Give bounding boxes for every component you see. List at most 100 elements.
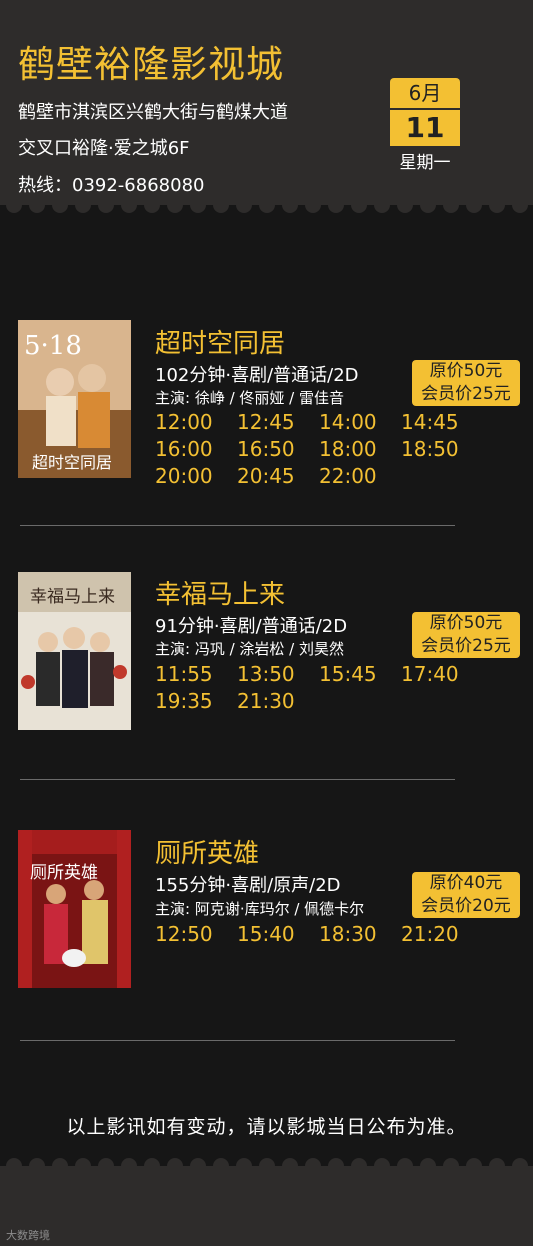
showtime[interactable]: 14:00 [319,410,377,434]
divider-3 [20,1040,455,1041]
perforation-dot [98,205,114,213]
schedule-notice: 以上影讯如有变动，请以影城当日公布为准。 [66,1116,467,1138]
movie-info-3: 155分钟·喜剧/原声/2D [155,875,341,896]
showtime[interactable]: 20:45 [237,464,295,488]
perforation-dot [6,205,22,213]
showtime[interactable]: 16:50 [237,437,295,461]
watermark: 大数跨境 [6,1229,50,1242]
showtime[interactable]: 21:20 [401,922,459,946]
showtime[interactable]: 13:50 [237,662,295,686]
poster-title-1: 超时空同居 [32,453,112,472]
perforation-dot [374,1158,390,1166]
perforation-dot [489,205,505,213]
perforation-dot [144,1158,160,1166]
perforation-dot [443,1158,459,1166]
price-original-3: 原价40元 [429,873,503,893]
cinema-address-line1: 鹤壁市淇滨区兴鹤大街与鹤煤大道 [18,102,288,123]
perforation-dot [305,1158,321,1166]
perforation-dot [213,205,229,213]
movie-cast-3: 主演: 阿克谢·库玛尔 / 佩德卡尔 [155,900,365,918]
perforation-dot [75,205,91,213]
showtime[interactable]: 18:00 [319,437,377,461]
cinema-address-line2: 交叉口裕隆·爱之城6F [18,138,190,159]
price-member-3: 会员价20元 [421,896,511,916]
date-badge: 6月 11 星期一 [390,78,460,173]
price-member-2: 会员价25元 [421,636,511,656]
showtime[interactable]: 12:00 [155,410,213,434]
perforation-dot [397,205,413,213]
perforation-dot [512,205,528,213]
schedule-ticket: 鹤壁裕隆影视城 鹤壁市淇滨区兴鹤大街与鹤煤大道 交叉口裕隆·爱之城6F 热线：0… [0,0,533,1246]
perforation-dot [259,205,275,213]
perforation-dot [420,1158,436,1166]
date-weekday: 星期一 [399,153,451,173]
divider-2 [20,779,455,780]
perforation-dot [236,205,252,213]
divider-1 [20,525,455,526]
perforation-dot [52,205,68,213]
cinema-hotline: 热线：0392-6868080 [18,175,205,196]
price-badge-2: 原价50元 会员价25元 [412,612,520,658]
perforation-dot [213,1158,229,1166]
movie-title-1[interactable]: 超时空同居 [155,323,285,360]
perforation-dot [351,205,367,213]
perforation-dot [282,1158,298,1166]
perforation-dot [167,205,183,213]
showtime[interactable]: 12:45 [237,410,295,434]
perforation-dot [259,1158,275,1166]
perforation-dot [397,1158,413,1166]
cinema-name: 鹤壁裕隆影视城 [18,43,284,86]
perforation-dot [190,1158,206,1166]
movie-cast-1: 主演: 徐峥 / 佟丽娅 / 雷佳音 [155,389,345,407]
perforation-dot [328,205,344,213]
movie-info-1: 102分钟·喜剧/普通话/2D [155,365,359,386]
perforation-dot [75,1158,91,1166]
perforation-dot [167,1158,183,1166]
poster-title-2: 幸福马上来 [30,587,115,607]
perforation-dot [351,1158,367,1166]
perforation-dot [466,1158,482,1166]
perforation-dot [420,205,436,213]
perforation-dot [29,1158,45,1166]
perforation-dot [98,1158,114,1166]
showtime[interactable]: 18:50 [401,437,459,461]
showtime[interactable]: 21:30 [237,689,295,713]
perforation-dot [443,205,459,213]
movie-title-3[interactable]: 厕所英雄 [155,833,259,870]
showtime[interactable]: 12:50 [155,922,213,946]
showtime[interactable]: 16:00 [155,437,213,461]
movie-poster-2[interactable]: 幸福马上来 [18,572,131,730]
movie-info-2: 91分钟·喜剧/普通话/2D [155,616,348,637]
perforation-dot [52,1158,68,1166]
price-original-1: 原价50元 [429,361,503,381]
perforation-dot [512,1158,528,1166]
price-member-1: 会员价25元 [421,384,511,404]
price-original-2: 原价50元 [429,613,503,633]
perforation-dot [6,1158,22,1166]
showtime[interactable]: 15:40 [237,922,295,946]
date-day: 11 [390,110,460,146]
perforation-dot [328,1158,344,1166]
showtime[interactable]: 11:55 [155,662,213,686]
movie-title-2[interactable]: 幸福马上来 [155,574,285,611]
perforation-dot [282,205,298,213]
ticket-footer [0,1166,533,1246]
showtime[interactable]: 15:45 [319,662,377,686]
showtime[interactable]: 18:30 [319,922,377,946]
movie-poster-1[interactable]: 5·18 超时空同居 [18,320,131,478]
footer-perforation [0,1150,533,1166]
showtime[interactable]: 14:45 [401,410,459,434]
perforation-dot [466,205,482,213]
movie-poster-3[interactable]: 厕所英雄 [18,830,131,988]
cinema-header: 鹤壁裕隆影视城 鹤壁市淇滨区兴鹤大街与鹤煤大道 交叉口裕隆·爱之城6F 热线：0… [0,0,533,205]
showtime[interactable]: 22:00 [319,464,377,488]
poster-title-3: 厕所英雄 [30,863,98,883]
showtime[interactable]: 20:00 [155,464,213,488]
showtime[interactable]: 19:35 [155,689,213,713]
perforation-dot [121,1158,137,1166]
showtime[interactable]: 17:40 [401,662,459,686]
perforation-dot [374,205,390,213]
perforation-dot [121,205,137,213]
price-badge-1: 原价50元 会员价25元 [412,360,520,406]
perforation-dot [29,205,45,213]
